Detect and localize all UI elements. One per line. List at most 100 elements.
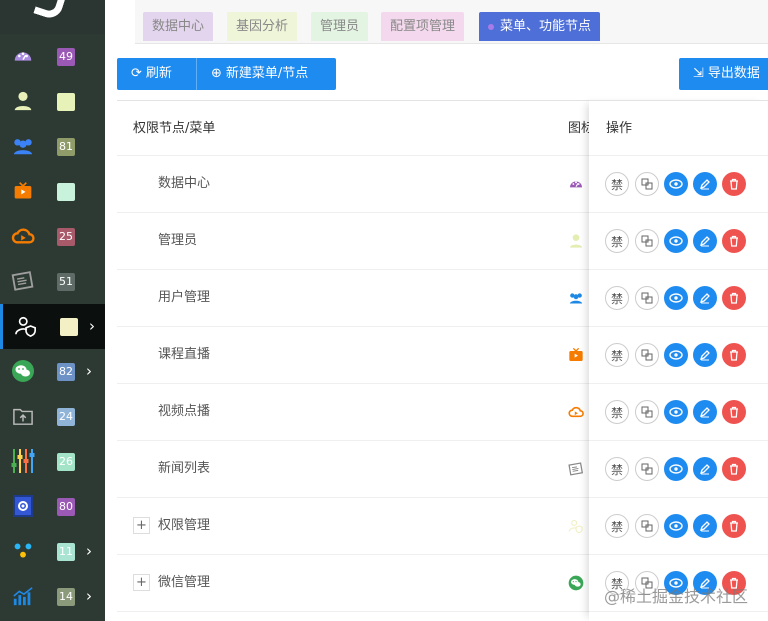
sidebar-badge: 82 [57, 363, 75, 381]
tab-admin[interactable]: 管理员 [311, 12, 369, 41]
view-button[interactable] [664, 172, 688, 196]
disable-button[interactable]: 禁 [605, 229, 629, 253]
refresh-button[interactable]: ⟳ 刷新 [117, 58, 197, 90]
edit-button[interactable] [693, 343, 717, 367]
expand-row-button[interactable]: + [133, 574, 150, 591]
dashboard-icon [568, 176, 584, 192]
tv-icon [568, 347, 584, 363]
sidebar-list: 49 81 25 51 › 82 › 24 26 80 11 › 14 › [0, 34, 105, 619]
tab-gene-analysis[interactable]: 基因分析 [227, 12, 298, 41]
actions-row: 禁 [589, 270, 768, 327]
delete-button[interactable] [722, 400, 746, 424]
disable-button[interactable]: 禁 [605, 514, 629, 538]
app-root: 49 81 25 51 › 82 › 24 26 80 11 › 14 › 数据中心 基因分析 管理员 配… [0, 0, 768, 621]
sidebar-item[interactable]: 24 [0, 394, 105, 439]
folder-upload-icon [10, 403, 36, 429]
sidebar-item[interactable]: 81 [0, 124, 105, 169]
edit-button[interactable] [693, 286, 717, 310]
tab-menu-nodes[interactable]: 菜单、功能节点 [479, 12, 601, 41]
sidebar-item[interactable] [0, 169, 105, 214]
view-button[interactable] [664, 514, 688, 538]
delete-button[interactable] [722, 286, 746, 310]
view-button[interactable] [664, 286, 688, 310]
copy-button[interactable] [635, 457, 659, 481]
disable-button[interactable]: 禁 [605, 286, 629, 310]
sidebar-badge: 49 [57, 48, 75, 66]
expand-row-button[interactable]: + [133, 517, 150, 534]
delete-button[interactable] [722, 457, 746, 481]
sidebar-item[interactable]: 80 [0, 484, 105, 529]
export-data-button[interactable]: ⇲ 导出数据 [679, 58, 768, 90]
user-shield-icon [13, 313, 39, 339]
chevron-right-icon: › [89, 317, 95, 335]
copy-button[interactable] [635, 286, 659, 310]
edit-button[interactable] [693, 172, 717, 196]
row-name: 数据中心 [158, 176, 211, 191]
sliders-icon [10, 448, 36, 474]
sidebar-badge: 81 [57, 138, 75, 156]
actions-row: 禁 [589, 384, 768, 441]
user-shield-icon [568, 518, 584, 534]
view-button[interactable] [664, 457, 688, 481]
dashboard-icon [10, 43, 36, 69]
tab-data-center[interactable]: 数据中心 [143, 12, 214, 41]
delete-button[interactable] [722, 343, 746, 367]
edit-button[interactable] [693, 457, 717, 481]
column-header-name: 权限节点/菜单 [133, 121, 216, 136]
plus-circle-icon: ⊕ [211, 66, 222, 81]
users-group-icon [10, 133, 36, 159]
copy-button[interactable] [635, 229, 659, 253]
sidebar-badge [57, 93, 75, 111]
view-button[interactable] [664, 229, 688, 253]
sidebar-item[interactable]: 11 › [0, 529, 105, 574]
copy-button[interactable] [635, 343, 659, 367]
cloud-video-icon [568, 404, 584, 420]
sidebar-badge: 14 [57, 588, 75, 606]
refresh-icon: ⟳ [131, 66, 142, 81]
wechat-icon [10, 358, 36, 384]
disable-button[interactable]: 禁 [605, 172, 629, 196]
sidebar-item[interactable]: 49 [0, 34, 105, 79]
view-button[interactable] [664, 400, 688, 424]
tab-config-items[interactable]: 配置项管理 [381, 12, 465, 41]
delete-button[interactable] [722, 172, 746, 196]
sidebar-item[interactable]: 25 [0, 214, 105, 259]
new-menu-node-button[interactable]: ⊕ 新建菜单/节点 [197, 58, 336, 90]
settings-book-icon [10, 493, 36, 519]
sidebar-badge: 11 [57, 543, 75, 561]
edit-button[interactable] [693, 400, 717, 424]
disable-button[interactable]: 禁 [605, 343, 629, 367]
active-dot-icon [488, 23, 494, 30]
sidebar-badge [60, 318, 78, 336]
user-icon [568, 233, 584, 249]
watermark: @稀土掘金技术社区 [604, 587, 749, 606]
row-name: 课程直播 [158, 347, 211, 362]
sidebar-item[interactable]: 82 › [0, 349, 105, 394]
row-name: 用户管理 [158, 290, 211, 305]
sidebar-item[interactable] [0, 79, 105, 124]
sidebar-item[interactable]: 26 [0, 439, 105, 484]
chart-icon [10, 583, 36, 609]
delete-button[interactable] [722, 229, 746, 253]
sidebar-badge [57, 183, 75, 201]
disable-button[interactable]: 禁 [605, 400, 629, 424]
view-button[interactable] [664, 343, 688, 367]
edit-button[interactable] [693, 229, 717, 253]
sidebar-item[interactable]: 14 › [0, 574, 105, 619]
row-name: 微信管理 [158, 575, 211, 590]
copy-button[interactable] [635, 172, 659, 196]
actions-row: 禁 [589, 498, 768, 555]
network-icon [10, 538, 36, 564]
copy-button[interactable] [635, 400, 659, 424]
sidebar-item[interactable]: 51 [0, 259, 105, 304]
delete-button[interactable] [722, 514, 746, 538]
disable-button[interactable]: 禁 [605, 457, 629, 481]
sidebar-badge: 25 [57, 228, 75, 246]
sidebar-item[interactable]: › [0, 304, 105, 349]
tab-bar: 数据中心 基因分析 管理员 配置项管理 菜单、功能节点 [105, 0, 768, 44]
copy-button[interactable] [635, 514, 659, 538]
chevron-right-icon: › [86, 362, 92, 380]
edit-button[interactable] [693, 514, 717, 538]
wechat-icon [568, 575, 584, 591]
user-icon [10, 88, 36, 114]
